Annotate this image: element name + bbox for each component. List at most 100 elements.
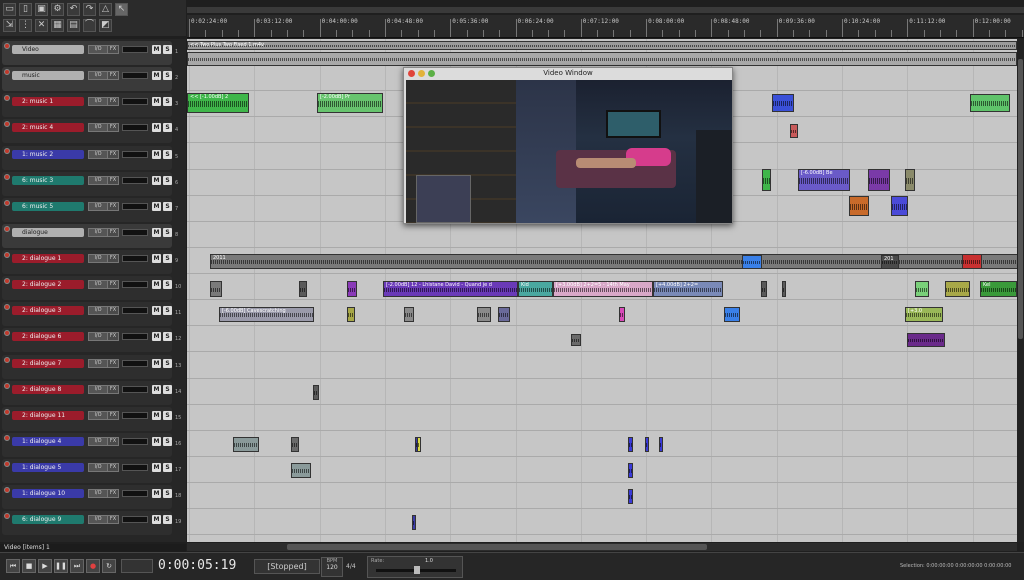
grid-icon[interactable]: ▦ [51, 19, 64, 32]
solo-button[interactable]: S [163, 359, 172, 368]
track-header[interactable]: 6: dialogue 9 I/O FX M S [2, 511, 172, 535]
track-name[interactable]: 1: dialogue 5 [12, 463, 84, 472]
record-arm-icon[interactable] [4, 304, 10, 310]
record-arm-icon[interactable] [4, 435, 10, 441]
solo-button[interactable]: S [163, 437, 172, 446]
mute-button[interactable]: M [152, 515, 161, 524]
solo-button[interactable]: S [163, 332, 172, 341]
media-item[interactable] [628, 463, 633, 478]
fx-button[interactable]: FX [107, 150, 119, 159]
track-header[interactable]: 2: dialogue 8 I/O FX M S [2, 381, 172, 405]
media-item[interactable]: [-2.00dB] Pr [317, 93, 383, 113]
media-item[interactable]: [+3.0 [905, 307, 943, 322]
track-header[interactable]: 2: dialogue 11 I/O FX M S [2, 407, 172, 431]
media-item[interactable] [291, 437, 299, 452]
track-name[interactable]: 2: dialogue 6 [12, 332, 84, 341]
media-item[interactable]: [+4.00dB] 2+2= [653, 281, 723, 297]
media-item[interactable] [849, 196, 869, 216]
io-button[interactable]: I/O [88, 411, 108, 420]
io-button[interactable]: I/O [88, 332, 108, 341]
media-item[interactable]: [-6.00dB] Be [798, 169, 850, 191]
record-arm-icon[interactable] [4, 487, 10, 493]
track-header[interactable]: 1: music 2 I/O FX M S [2, 146, 172, 170]
media-item[interactable] [761, 281, 767, 297]
solo-button[interactable]: S [163, 150, 172, 159]
close-icon[interactable] [408, 70, 415, 77]
ripple-edit-icon[interactable]: ⇲ [3, 19, 16, 32]
solo-button[interactable]: S [163, 176, 172, 185]
solo-button[interactable]: S [163, 489, 172, 498]
io-button[interactable]: I/O [88, 254, 108, 263]
fx-button[interactable]: FX [107, 97, 119, 106]
record-arm-icon[interactable] [4, 69, 10, 75]
io-button[interactable]: I/O [88, 437, 108, 446]
io-button[interactable]: I/O [88, 359, 108, 368]
media-item[interactable] [417, 437, 421, 452]
go-to-end-icon[interactable]: ⏭ [70, 559, 84, 573]
fx-button[interactable]: FX [107, 515, 119, 524]
io-button[interactable]: I/O [88, 45, 108, 54]
stop-icon[interactable]: ■ [22, 559, 36, 573]
media-item[interactable] [299, 281, 307, 297]
media-item[interactable]: << Two Plus Two Fixed 1.m4v [187, 41, 1017, 50]
media-item[interactable] [868, 169, 890, 191]
track-lane[interactable] [187, 433, 1017, 457]
track-header[interactable]: 2: music 4 I/O FX M S [2, 119, 172, 143]
media-item[interactable]: [+3.00dB] 2+2=5 - 14th May [553, 281, 653, 297]
media-item[interactable]: Kid [518, 281, 553, 297]
media-item[interactable] [233, 437, 259, 452]
io-button[interactable]: I/O [88, 71, 108, 80]
track-lane[interactable] [187, 407, 1017, 431]
snap-icon[interactable]: ⋮ [19, 19, 32, 32]
track-header[interactable]: dialogue I/O FX M S [2, 224, 172, 248]
track-name[interactable]: dialogue [12, 228, 84, 237]
track-header[interactable]: 2: dialogue 6 I/O FX M S [2, 328, 172, 352]
vertical-scrollbar[interactable] [1017, 39, 1024, 542]
mute-button[interactable]: M [152, 411, 161, 420]
new-project-icon[interactable]: ▭ [3, 3, 16, 16]
video-window[interactable]: Video Window [403, 67, 733, 224]
media-item[interactable] [659, 437, 663, 452]
track-lane[interactable] [187, 381, 1017, 405]
mute-button[interactable]: M [152, 202, 161, 211]
media-item[interactable] [905, 169, 915, 191]
io-button[interactable]: I/O [88, 280, 108, 289]
fx-button[interactable]: FX [107, 385, 119, 394]
solo-button[interactable]: S [163, 280, 172, 289]
track-name[interactable]: 1: dialogue 4 [12, 437, 84, 446]
media-item[interactable] [571, 334, 581, 346]
solo-button[interactable]: S [163, 254, 172, 263]
media-item[interactable] [498, 307, 510, 322]
media-item[interactable] [962, 254, 982, 269]
record-arm-icon[interactable] [4, 330, 10, 336]
track-lane[interactable] [187, 459, 1017, 483]
record-arm-icon[interactable] [4, 461, 10, 467]
undo-icon[interactable]: ↶ [67, 3, 80, 16]
io-button[interactable]: I/O [88, 463, 108, 472]
metronome-icon[interactable]: △ [99, 3, 112, 16]
track-name[interactable]: 1: music 2 [12, 150, 84, 159]
track-name[interactable]: 2: dialogue 1 [12, 254, 84, 263]
io-button[interactable]: I/O [88, 385, 108, 394]
mute-button[interactable]: M [152, 228, 161, 237]
media-item[interactable] [782, 281, 786, 297]
track-header[interactable]: 1: dialogue 5 I/O FX M S [2, 459, 172, 483]
record-arm-icon[interactable] [4, 95, 10, 101]
media-item[interactable] [347, 307, 355, 322]
fx-button[interactable]: FX [107, 280, 119, 289]
record-arm-icon[interactable] [4, 409, 10, 415]
track-lane[interactable] [187, 485, 1017, 509]
media-item[interactable]: [-6.00dB] Cavescratching [219, 307, 314, 322]
media-item[interactable] [772, 94, 794, 112]
media-item[interactable] [210, 281, 222, 297]
fx-button[interactable]: FX [107, 411, 119, 420]
solo-button[interactable]: S [163, 71, 172, 80]
mute-button[interactable]: M [152, 45, 161, 54]
fx-button[interactable]: FX [107, 437, 119, 446]
track-header[interactable]: 6: music 5 I/O FX M S [2, 198, 172, 222]
solo-button[interactable]: S [163, 411, 172, 420]
mute-button[interactable]: M [152, 97, 161, 106]
mute-button[interactable]: M [152, 463, 161, 472]
solo-button[interactable]: S [163, 97, 172, 106]
mute-button[interactable]: M [152, 385, 161, 394]
